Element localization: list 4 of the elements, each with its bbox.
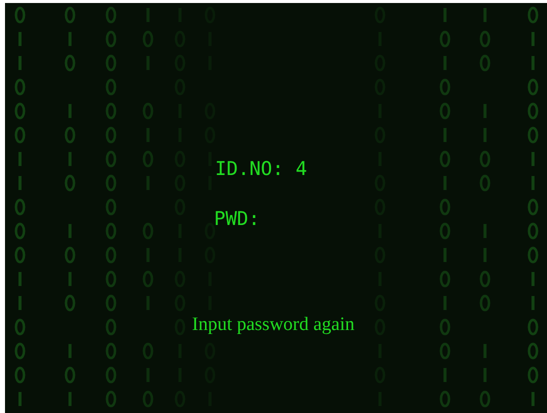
password-label: PWD: <box>214 207 261 231</box>
id-value: 4 <box>296 157 308 181</box>
status-message: Input password again <box>192 314 355 336</box>
id-label: ID.NO: <box>215 157 284 181</box>
